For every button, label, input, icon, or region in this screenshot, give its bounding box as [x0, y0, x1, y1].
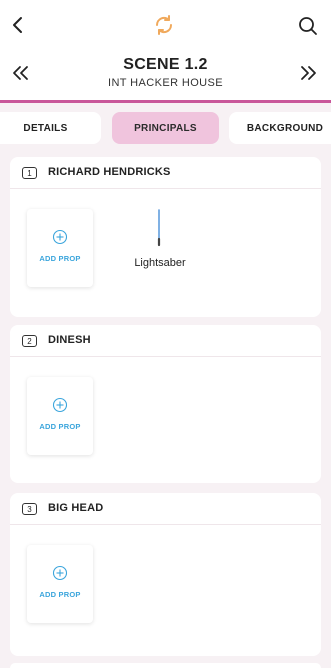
principal-number-badge: 3: [22, 503, 37, 515]
chevron-left-icon[interactable]: [8, 12, 28, 38]
scene-title: SCENE 1.2: [123, 56, 208, 73]
plus-circle-icon: [52, 565, 68, 581]
top-bar: [0, 0, 331, 52]
principal-card-header: 3 BIG HEAD: [10, 493, 321, 525]
principal-card-header: 1 RICHARD HENDRICKS: [10, 157, 321, 189]
tab-background[interactable]: BACKGROUND: [229, 112, 331, 144]
add-prop-label: ADD PROP: [39, 254, 81, 263]
plus-circle-icon: [52, 229, 68, 245]
scene-header: SCENE 1.2 INT HACKER HOUSE: [0, 52, 331, 104]
add-prop-button[interactable]: ADD PROP: [27, 545, 93, 623]
principal-number-badge: 1: [22, 167, 37, 179]
principal-card-header: 2 DINESH: [10, 325, 321, 357]
lightsaber-icon: [157, 209, 161, 247]
principal-number-badge: 2: [22, 335, 37, 347]
tab-details[interactable]: DETAILS: [0, 112, 101, 144]
add-prop-button[interactable]: ADD PROP: [27, 377, 93, 455]
principal-card: 1 RICHARD HENDRICKS ADD PROP Lightsaber: [10, 157, 321, 317]
principal-card-partial: [10, 663, 321, 668]
add-prop-label: ADD PROP: [39, 422, 81, 431]
principal-card: 3 BIG HEAD ADD PROP: [10, 493, 321, 656]
plus-circle-icon: [52, 397, 68, 413]
prop-name: Lightsaber: [134, 257, 186, 269]
principal-card: 2 DINESH ADD PROP: [10, 325, 321, 483]
principal-name: BIG HEAD: [48, 502, 104, 514]
double-chevron-right-icon[interactable]: [297, 64, 319, 82]
add-prop-label: ADD PROP: [39, 590, 81, 599]
add-prop-button[interactable]: ADD PROP: [27, 209, 93, 287]
tab-principals[interactable]: PRINCIPALS: [112, 112, 219, 144]
content-area: DETAILS PRINCIPALS BACKGROUND 1 RICHARD …: [0, 103, 331, 668]
prop-item[interactable]: Lightsaber: [122, 209, 198, 279]
principal-name: DINESH: [48, 334, 91, 346]
principal-name: RICHARD HENDRICKS: [48, 166, 171, 178]
scene-subtitle: INT HACKER HOUSE: [108, 77, 223, 89]
search-icon[interactable]: [296, 14, 320, 38]
sync-icon[interactable]: [152, 13, 176, 37]
